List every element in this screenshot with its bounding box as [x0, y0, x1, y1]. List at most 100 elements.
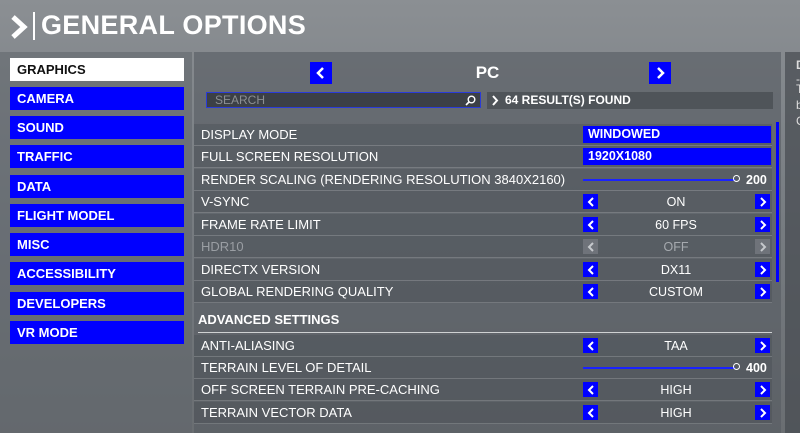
sidebar: GRAPHICS CAMERA SOUND TRAFFIC DATA FLIGH…	[0, 52, 192, 433]
selector-value: DX11	[660, 263, 692, 277]
setting-full-screen-resolution: FULL SCREEN RESOLUTION 1920X1080	[194, 146, 772, 168]
chevron-left-icon	[587, 407, 594, 418]
chevron-left-icon	[587, 196, 594, 207]
selector-value: TAA	[664, 339, 688, 353]
sidebar-item-camera[interactable]: CAMERA	[10, 87, 184, 110]
setting-directx-version: DIRECTX VERSION DX11	[194, 259, 772, 281]
setting-hdr10: HDR10 OFF	[194, 236, 772, 258]
chevron-right-icon	[759, 196, 766, 207]
next-value-button[interactable]	[755, 194, 770, 209]
setting-label: HDR10	[201, 239, 244, 254]
section-heading-advanced: ADVANCED SETTINGS	[198, 310, 772, 333]
prev-value-button[interactable]	[583, 262, 598, 277]
platform-next-button[interactable]	[649, 62, 671, 84]
setting-label: TERRAIN VECTOR DATA	[201, 405, 352, 420]
sidebar-item-data[interactable]: DATA	[10, 175, 184, 198]
description-fragment: D	[796, 58, 800, 72]
description-fragment: T	[796, 82, 800, 96]
header: GENERAL OPTIONS	[0, 0, 800, 52]
slider-value: 400	[746, 361, 767, 375]
chevron-right-icon	[11, 15, 28, 39]
chevron-right-icon	[492, 95, 499, 106]
setting-label: V-SYNC	[201, 194, 250, 209]
render-scaling-slider[interactable]	[583, 179, 735, 181]
slider-handle[interactable]	[733, 363, 740, 370]
settings-panel: PC SEARCH 64 RESULT(S) FOUND DISPLAY MOD…	[194, 52, 781, 433]
chevron-right-icon	[657, 67, 665, 79]
resolution-dropdown[interactable]: 1920X1080	[583, 148, 771, 165]
selector-value: CUSTOM	[649, 285, 703, 299]
chevron-right-icon	[759, 241, 766, 252]
chevron-left-icon	[587, 241, 594, 252]
sidebar-item-accessibility[interactable]: ACCESSIBILITY	[10, 262, 184, 285]
chevron-right-icon	[759, 286, 766, 297]
chevron-right-icon	[759, 384, 766, 395]
scrollbar[interactable]	[776, 122, 779, 282]
sidebar-item-sound[interactable]: SOUND	[10, 116, 184, 139]
chevron-left-icon	[587, 286, 594, 297]
setting-label: TERRAIN LEVEL OF DETAIL	[201, 360, 372, 375]
setting-label: FRAME RATE LIMIT	[201, 217, 321, 232]
sidebar-item-vr-mode[interactable]: VR MODE	[10, 321, 184, 344]
prev-value-button[interactable]	[583, 284, 598, 299]
prev-value-button[interactable]	[583, 405, 598, 420]
selector-value: HIGH	[660, 406, 692, 420]
search-icon	[465, 95, 476, 106]
next-value-button[interactable]	[755, 338, 770, 353]
sidebar-item-misc[interactable]: MISC	[10, 233, 184, 256]
setting-terrain-vector-data: TERRAIN VECTOR DATA HIGH	[194, 402, 772, 424]
setting-off-screen-terrain-pre-caching: OFF SCREEN TERRAIN PRE-CACHING HIGH	[194, 379, 772, 401]
slider-value: 200	[746, 173, 767, 187]
setting-anti-aliasing: ANTI-ALIASING TAA	[194, 335, 772, 357]
header-divider	[33, 12, 35, 40]
chevron-right-icon	[759, 340, 766, 351]
next-value-button[interactable]	[755, 217, 770, 232]
prev-value-button[interactable]	[583, 217, 598, 232]
prev-value-button[interactable]	[583, 338, 598, 353]
setting-label: OFF SCREEN TERRAIN PRE-CACHING	[201, 382, 440, 397]
platform-selector: PC	[194, 60, 781, 88]
terrain-lod-slider[interactable]	[583, 367, 735, 369]
setting-global-rendering-quality: GLOBAL RENDERING QUALITY CUSTOM	[194, 281, 772, 303]
prev-value-button	[583, 239, 598, 254]
next-value-button	[755, 239, 770, 254]
setting-v-sync: V-SYNC ON	[194, 191, 772, 213]
selector-value: 60 FPS	[655, 218, 697, 232]
search-input[interactable]: SEARCH	[206, 92, 481, 108]
page-title: GENERAL OPTIONS	[41, 10, 307, 40]
next-value-button[interactable]	[755, 284, 770, 299]
sidebar-item-developers[interactable]: DEVELOPERS	[10, 292, 184, 315]
sidebar-item-traffic[interactable]: TRAFFIC	[10, 145, 184, 168]
chevron-left-icon	[587, 219, 594, 230]
search-placeholder: SEARCH	[215, 93, 266, 107]
description-fragment: b	[796, 98, 800, 112]
results-count: 64 RESULT(S) FOUND	[487, 92, 773, 109]
results-text: 64 RESULT(S) FOUND	[505, 93, 631, 107]
platform-name: PC	[475, 63, 500, 82]
next-value-button[interactable]	[755, 262, 770, 277]
selector-value: ON	[666, 195, 686, 209]
setting-label: ANTI-ALIASING	[201, 338, 295, 353]
sidebar-item-graphics[interactable]: GRAPHICS	[10, 58, 184, 81]
selector-value: HIGH	[660, 383, 692, 397]
sidebar-item-flight-model[interactable]: FLIGHT MODEL	[10, 204, 184, 227]
chevron-left-icon	[587, 384, 594, 395]
next-value-button[interactable]	[755, 405, 770, 420]
setting-label: DISPLAY MODE	[201, 127, 298, 142]
setting-frame-rate-limit: FRAME RATE LIMIT 60 FPS	[194, 214, 772, 236]
setting-label: GLOBAL RENDERING QUALITY	[201, 284, 394, 299]
chevron-left-icon	[587, 264, 594, 275]
description-panel: D - T b C	[785, 52, 800, 433]
next-value-button[interactable]	[755, 382, 770, 397]
chevron-right-icon	[759, 219, 766, 230]
chevron-right-icon	[759, 264, 766, 275]
setting-terrain-level-of-detail: TERRAIN LEVEL OF DETAIL 400	[194, 357, 772, 379]
setting-label: FULL SCREEN RESOLUTION	[201, 149, 379, 164]
slider-handle[interactable]	[733, 175, 740, 182]
display-mode-dropdown[interactable]: WINDOWED	[583, 126, 771, 143]
prev-value-button[interactable]	[583, 194, 598, 209]
chevron-right-icon	[759, 407, 766, 418]
setting-render-scaling: RENDER SCALING (RENDERING RESOLUTION 384…	[194, 169, 772, 191]
setting-display-mode: DISPLAY MODE WINDOWED	[194, 124, 772, 146]
prev-value-button[interactable]	[583, 382, 598, 397]
